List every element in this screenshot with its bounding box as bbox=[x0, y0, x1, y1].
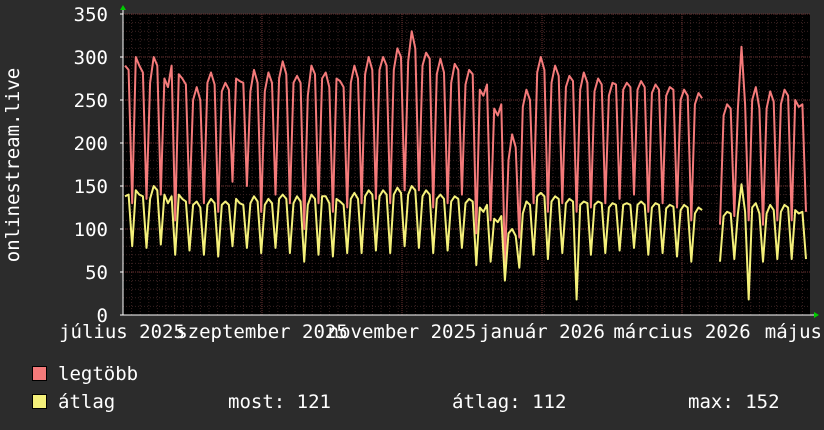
y-tick-label: 250 bbox=[74, 90, 108, 112]
y-tick-label: 350 bbox=[74, 4, 108, 26]
x-tick-label: július 2025 bbox=[59, 321, 185, 343]
y-axis-label: onlinestream.live bbox=[2, 68, 24, 262]
x-tick-label: november 2025 bbox=[328, 321, 477, 343]
y-tick-label: 200 bbox=[74, 133, 108, 155]
x-tick-label: szeptember 2025 bbox=[176, 321, 348, 343]
x-tick-label: március 2026 bbox=[613, 321, 750, 343]
x-tick-label: május 2026 bbox=[765, 321, 824, 343]
y-tick-label: 50 bbox=[85, 262, 108, 284]
y-tick-label: 100 bbox=[74, 219, 108, 241]
y-tick-label: 300 bbox=[74, 47, 108, 69]
chart: 050100150200250300350július 2025szeptemb… bbox=[0, 0, 824, 430]
x-tick-label: január 2026 bbox=[479, 321, 605, 343]
y-tick-label: 150 bbox=[74, 176, 108, 198]
